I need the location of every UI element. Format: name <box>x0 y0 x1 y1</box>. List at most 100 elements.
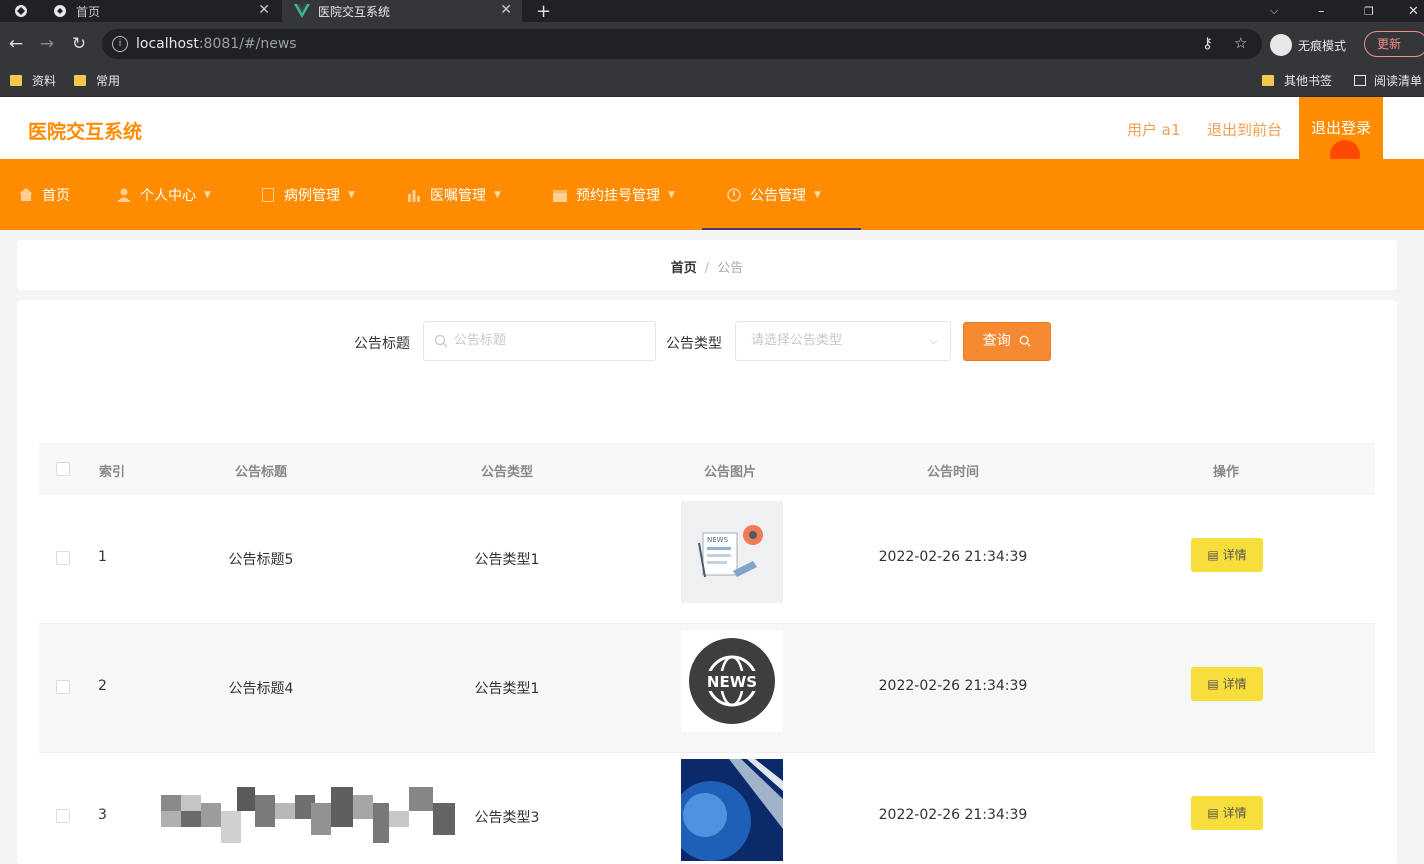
detail-label: 详情 <box>1222 548 1247 562</box>
row-time: 2022-02-26 21:34:39 <box>878 678 1028 694</box>
bar-chart-icon <box>406 187 422 203</box>
nav-label: 个人中心 <box>140 187 196 204</box>
chevron-down-icon: ▼ <box>494 189 501 200</box>
key-icon[interactable]: ⚷ <box>1202 34 1213 52</box>
row-index: 1 <box>98 549 107 565</box>
nav-item-doctor-orders[interactable]: 医嘱管理 ▼ <box>406 159 501 230</box>
minimize-icon[interactable]: – <box>1318 0 1325 22</box>
row-checkbox[interactable] <box>56 551 70 565</box>
nav-label: 预约挂号管理 <box>576 187 660 204</box>
reading-list[interactable]: 阅读清单 <box>1354 72 1422 89</box>
detail-button[interactable]: ▤ 详情 <box>1191 796 1263 830</box>
address-bar[interactable]: i localhost:8081/#/news <box>102 29 1262 59</box>
table-row: 3 公告类型3 2022-02-26 21:34:39 ▤ 详情 <box>39 753 1375 864</box>
detail-button[interactable]: ▤ 详情 <box>1191 667 1263 701</box>
nav-item-appointment[interactable]: 预约挂号管理 ▼ <box>552 159 675 230</box>
col-actions: 操作 <box>1212 465 1240 480</box>
bookmark-star-icon[interactable]: ☆ <box>1234 34 1247 52</box>
close-tab-icon[interactable]: ✕ <box>500 2 512 18</box>
col-time: 公告时间 <box>926 465 980 480</box>
folder-icon <box>1262 75 1274 86</box>
bookmark-folder-ziliao[interactable]: 资料 <box>10 72 56 89</box>
update-button[interactable]: 更新 <box>1364 31 1424 57</box>
news-globe-thumbnail: NEWS <box>681 630 783 732</box>
row-checkbox[interactable] <box>56 680 70 694</box>
incognito-label: 无痕模式 <box>1298 38 1347 53</box>
row-title: 公告标题5 <box>228 552 294 568</box>
chevron-down-icon: ⌵ <box>929 334 938 347</box>
type-select-placeholder: 请选择公告类型 <box>751 333 843 348</box>
document-icon: ▤ <box>1207 806 1223 820</box>
breadcrumb-home[interactable]: 首页 <box>671 261 697 276</box>
back-to-front-link[interactable]: 退出到前台 <box>1207 119 1282 140</box>
tab-search-icon[interactable]: ⌵ <box>1270 0 1278 22</box>
document-icon: ▤ <box>1207 548 1223 562</box>
bookmark-other[interactable]: 其他书签 <box>1262 72 1332 89</box>
nav-item-case-management[interactable]: 病例管理 ▼ <box>260 159 355 230</box>
tab-title: 首页 <box>76 4 101 19</box>
detail-button[interactable]: ▤ 详情 <box>1191 538 1263 572</box>
table-row: 1 公告标题5 公告类型1 NEWS 2022-02-26 21:34:39 ▤… <box>39 495 1375 624</box>
title-filter-label: 公告标题 <box>354 336 410 352</box>
title-search-input[interactable]: 公告标题 <box>423 321 656 361</box>
chevron-down-icon: ▼ <box>348 189 355 200</box>
type-select[interactable]: 请选择公告类型 ⌵ <box>735 321 951 361</box>
table-row: 2 公告标题4 公告类型1 NEWS 2022-02-26 21:34:39 ▤… <box>39 624 1375 753</box>
update-label: 更新 <box>1377 37 1402 51</box>
news-text: NEWS <box>707 536 729 544</box>
url-host: localhost <box>136 36 199 52</box>
row-time: 2022-02-26 21:34:39 <box>878 807 1028 823</box>
site-header: 医院交互系统 用户 a1 退出到前台 退出登录 <box>0 97 1424 159</box>
bookmark-label: 其他书签 <box>1284 74 1333 88</box>
new-tab-icon[interactable]: + <box>536 0 551 22</box>
breadcrumb: 首页 / 公告 <box>17 240 1397 290</box>
main-nav: 首页 个人中心 ▼ 病例管理 ▼ 医嘱管理 ▼ 预约挂号管理 ▼ 公告管理 ▼ <box>0 159 1424 230</box>
search-icon <box>434 334 448 348</box>
col-index: 索引 <box>98 465 126 480</box>
close-tab-icon[interactable]: ✕ <box>258 2 270 18</box>
select-all-checkbox[interactable] <box>56 462 70 476</box>
nav-item-personal-center[interactable]: 个人中心 ▼ <box>116 159 211 230</box>
restore-icon[interactable]: ❐ <box>1364 0 1374 22</box>
vue-logo-icon <box>294 3 310 19</box>
pixelated-title <box>161 787 455 843</box>
document-icon: ▤ <box>1207 677 1223 691</box>
nav-label: 公告管理 <box>750 187 806 204</box>
row-title: 公告标题4 <box>228 681 294 697</box>
detail-label: 详情 <box>1222 677 1247 691</box>
url-path: :8081/#/news <box>198 36 297 52</box>
close-window-icon[interactable]: ✕ <box>1408 0 1419 22</box>
site-logo[interactable]: 医院交互系统 <box>28 117 142 144</box>
nav-item-home[interactable]: 首页 <box>18 159 70 230</box>
news-earth-thumbnail <box>681 759 783 861</box>
type-filter-label: 公告类型 <box>666 336 722 352</box>
notice-list-panel: 公告标题 公告标题 公告类型 请选择公告类型 ⌵ 查询 索引 公告标题 公告类型… <box>17 300 1397 864</box>
row-index: 2 <box>98 678 107 694</box>
back-icon[interactable]: ← <box>6 34 26 54</box>
user-icon <box>116 187 132 203</box>
row-type: 公告类型1 <box>474 681 540 697</box>
info-icon[interactable]: i <box>112 36 128 52</box>
query-button[interactable]: 查询 <box>963 322 1051 361</box>
tab-hospital-system[interactable]: 医院交互系统 ✕ <box>282 0 522 22</box>
globe-icon <box>52 3 68 19</box>
incognito-indicator[interactable]: 无痕模式 <box>1270 34 1346 56</box>
row-type: 公告类型1 <box>474 552 540 568</box>
calendar-icon <box>552 187 568 203</box>
bookmark-label: 常用 <box>96 74 121 88</box>
col-type: 公告类型 <box>480 465 534 480</box>
home-icon <box>18 187 34 203</box>
browser-toolbar: ← → ↻ i localhost:8081/#/news ⚷ ☆ 无痕模式 更… <box>0 22 1424 66</box>
bookmark-folder-changyong[interactable]: 常用 <box>74 72 120 89</box>
browser-menu-icon[interactable] <box>14 0 28 22</box>
row-time: 2022-02-26 21:34:39 <box>878 549 1028 565</box>
row-checkbox[interactable] <box>56 809 70 823</box>
nav-item-notice-management[interactable]: 公告管理 ▼ <box>702 159 861 230</box>
user-name-link[interactable]: 用户 a1 <box>1127 119 1181 140</box>
reload-icon[interactable]: ↻ <box>69 34 89 54</box>
bookmark-label: 资料 <box>32 74 57 88</box>
tab-home[interactable]: 首页 ✕ <box>40 0 280 22</box>
browser-tab-strip: 首页 ✕ 医院交互系统 ✕ + ⌵ – ❐ ✕ <box>0 0 1424 22</box>
title-search-placeholder: 公告标题 <box>454 333 507 348</box>
forward-icon[interactable]: → <box>37 34 57 54</box>
